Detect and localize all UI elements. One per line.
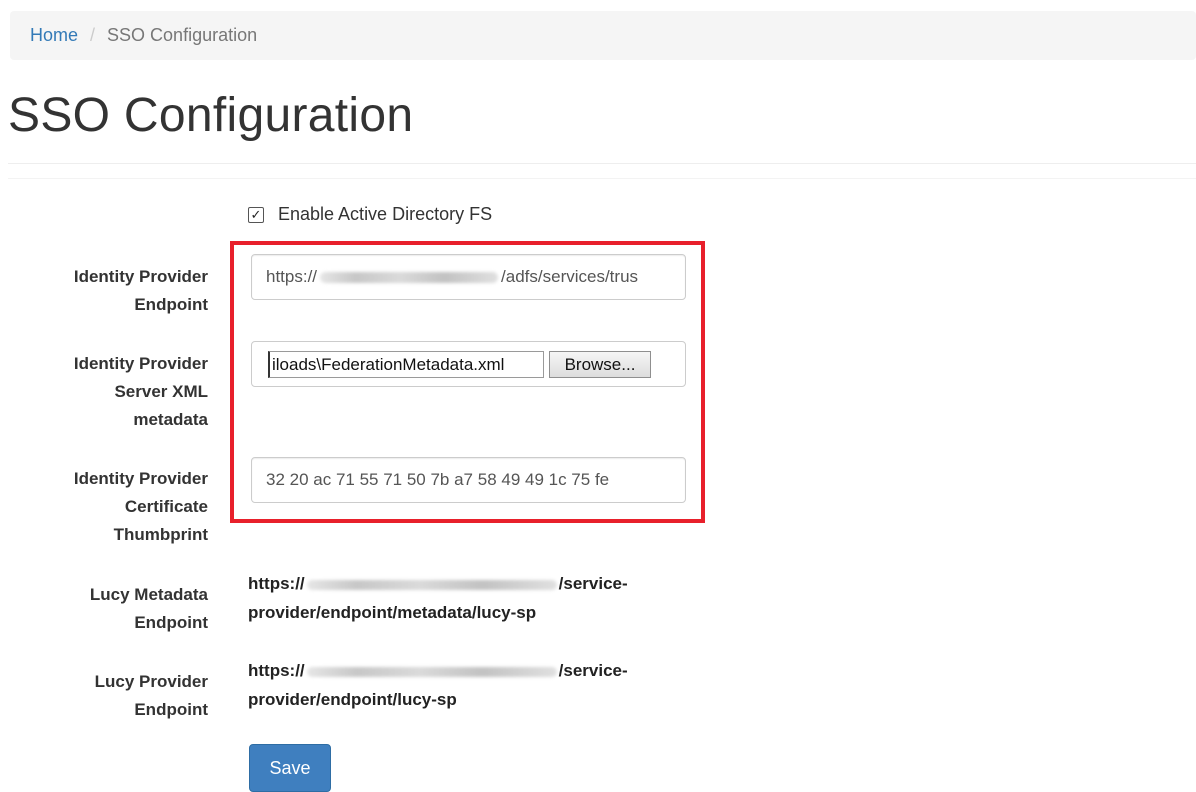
enable-adfs-checkbox[interactable]: ✓ [248,206,264,223]
idp-endpoint-suffix: /adfs/services/trus [501,267,639,286]
idp-metadata-label: Identity Provider Server XML metadata [73,354,208,429]
lucy-metadata-endpoint-value: https:///service- provider/endpoint/meta… [248,574,628,622]
idp-endpoint-label: Identity Provider Endpoint [73,267,208,314]
idp-thumbprint-label: Identity Provider Certificate Thumbprint [73,469,208,544]
breadcrumb: Home / SSO Configuration [10,11,1196,60]
lucy-metadata-label: Lucy Metadata Endpoint [89,585,208,632]
idp-metadata-file-input: iloads\FederationMetadata.xml Browse... [251,341,686,387]
idp-endpoint-input[interactable]: https:// /adfs/services/trus [251,254,686,300]
redacted-hostname [306,666,557,677]
page-title: SSO Configuration [8,89,414,142]
form-divider [8,178,1196,179]
lucy-provider-endpoint-value: https:///service- provider/endpoint/lucy… [248,661,628,709]
save-button[interactable]: Save [249,744,331,792]
redacted-hostname [320,271,499,283]
enable-adfs-label[interactable]: Enable Active Directory FS [278,204,492,225]
breadcrumb-current: SSO Configuration [107,25,258,45]
breadcrumb-home-link[interactable]: Home [30,25,78,46]
lucy-provider-label: Lucy Provider Endpoint [94,672,208,719]
enable-adfs-row: ✓ Enable Active Directory FS [248,204,492,225]
file-name-field[interactable]: iloads\FederationMetadata.xml [268,351,544,378]
idp-endpoint-prefix: https:// [266,267,318,286]
browse-button[interactable]: Browse... [549,351,651,378]
redacted-hostname [306,579,557,590]
idp-thumbprint-input[interactable]: 32 20 ac 71 55 71 50 7b a7 58 49 49 1c 7… [251,457,686,503]
title-divider [8,163,1196,164]
breadcrumb-separator: / [90,25,96,45]
